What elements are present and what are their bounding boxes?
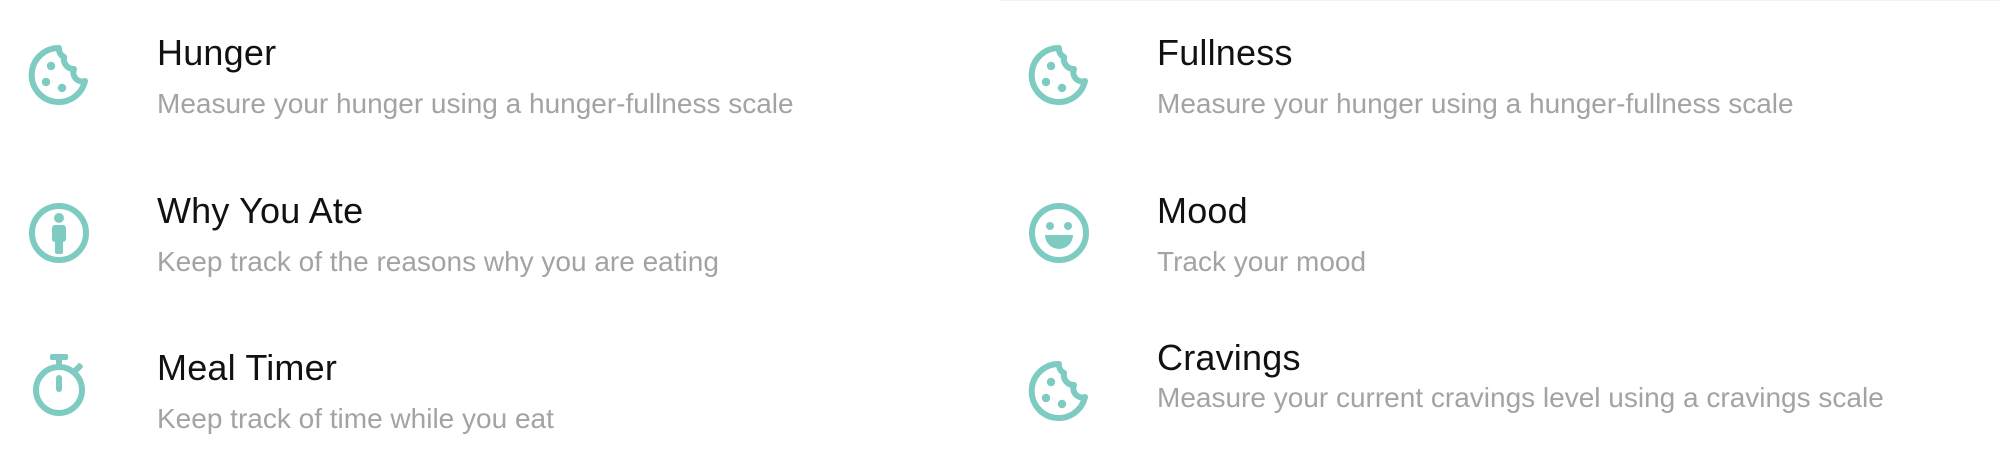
option-fullness[interactable]: Fullness Measure your hunger using a hun…	[1000, 0, 1960, 150]
option-mood[interactable]: Mood Track your mood	[1000, 158, 1960, 308]
option-title: Mood	[1157, 190, 1248, 231]
option-description: Keep track of time while you eat	[157, 403, 554, 434]
option-description: Measure your hunger using a hunger-fulln…	[157, 88, 794, 119]
option-hunger[interactable]: Hunger Measure your hunger using a hunge…	[0, 0, 960, 150]
option-description: Measure your hunger using a hunger-fulln…	[1157, 88, 1794, 119]
stopwatch-icon	[27, 353, 91, 417]
option-title: Hunger	[157, 32, 277, 73]
person-circle-icon	[27, 201, 91, 265]
cookie-icon	[27, 43, 91, 107]
option-why-you-ate[interactable]: Why You Ate Keep track of the reasons wh…	[0, 158, 960, 308]
cookie-icon	[1027, 43, 1091, 107]
option-cravings[interactable]: Cravings Measure your current cravings l…	[1000, 315, 1960, 465]
option-title: Meal Timer	[157, 347, 338, 388]
tracking-options-grid: Hunger Measure your hunger using a hunge…	[0, 0, 2000, 469]
option-meal-timer[interactable]: Meal Timer Keep track of time while you …	[0, 315, 960, 465]
smiley-icon	[1027, 201, 1091, 265]
option-title: Fullness	[1157, 32, 1293, 73]
option-title: Why You Ate	[157, 190, 364, 231]
option-description: Track your mood	[1157, 246, 1367, 277]
cookie-icon	[1027, 359, 1091, 423]
option-description: Keep track of the reasons why you are ea…	[157, 246, 719, 277]
option-title: Cravings	[1157, 337, 1301, 378]
option-description: Measure your current cravings level usin…	[1157, 382, 1884, 413]
